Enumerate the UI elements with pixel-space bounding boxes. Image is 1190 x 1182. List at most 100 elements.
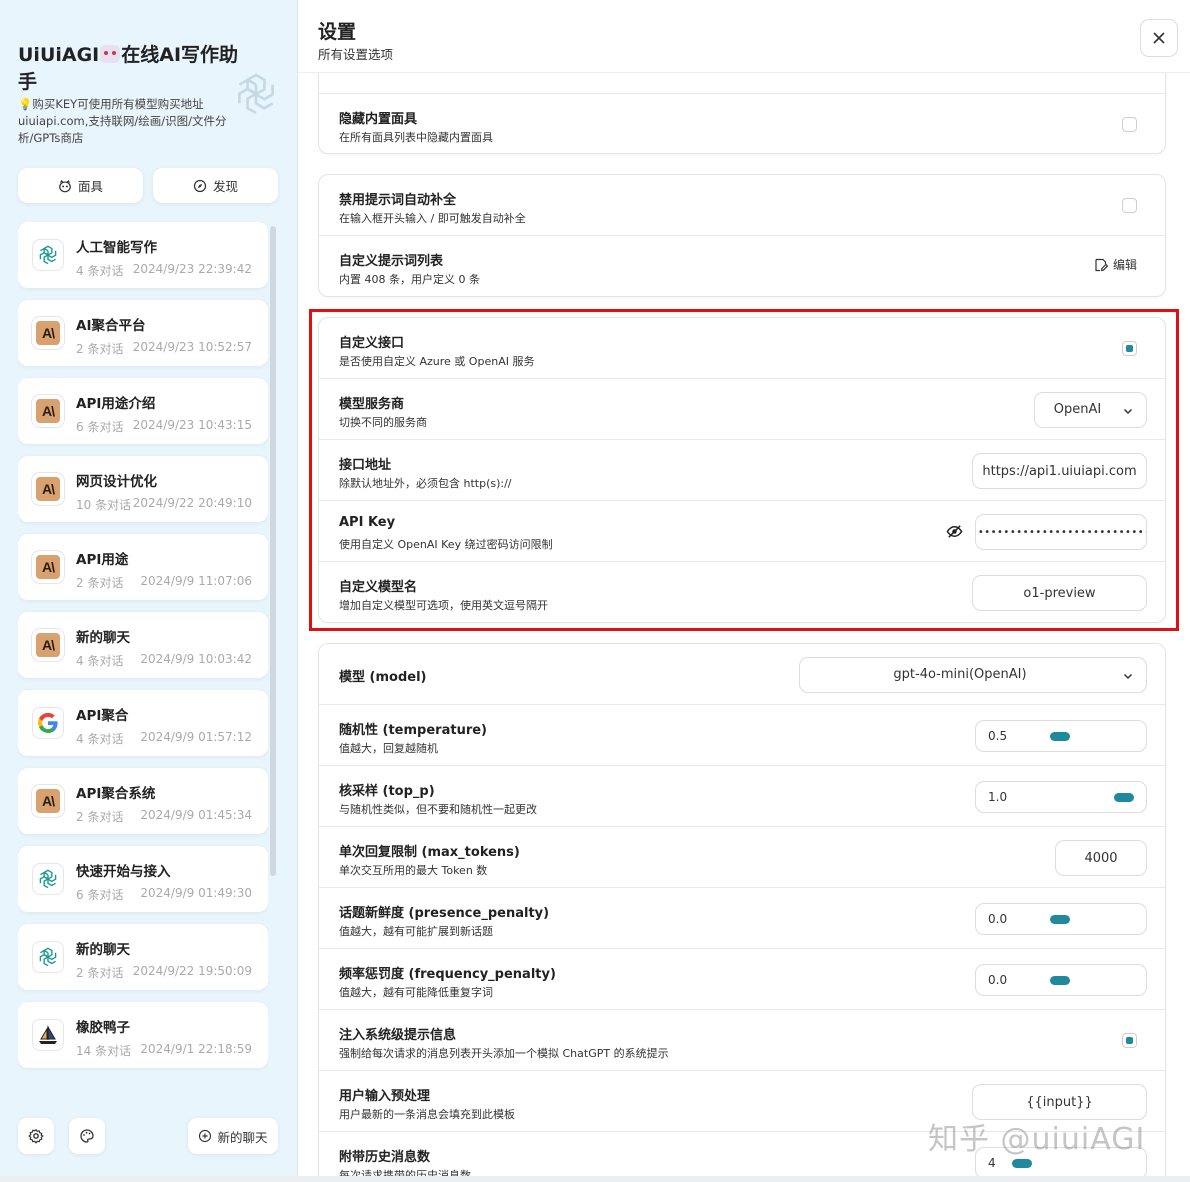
frequency-penalty-value: 0.0 — [988, 973, 1008, 987]
chat-list-item[interactable]: 橡胶鸭子 14 条对话 2024/9/1 22:18:59 — [18, 1002, 268, 1068]
temperature-slider[interactable]: 0.5 — [975, 720, 1147, 752]
custom-models-input[interactable]: o1-preview — [972, 575, 1147, 611]
brand-title: UiUiAGI 在线AI写作助手 — [18, 42, 248, 96]
chat-count: 4 条对话 — [76, 264, 124, 278]
endpoint-desc: 除默认地址外，必须包含 http(s):// — [339, 477, 512, 490]
settings-header: 设置 所有设置选项 — [298, 0, 1190, 73]
settings-row-api-key: API Key 使用自定义 OpenAI Key 绕过密码访问限制 ••••••… — [319, 501, 1165, 562]
settings-row-top-p: 核采样 (top_p) 与随机性类似，但不要和随机性一起更改 1.0 — [319, 766, 1165, 827]
brand-title-prefix: UiUiAGI — [18, 44, 100, 66]
settings-row-max-tokens: 单次回复限制 (max_tokens) 单次交互所用的最大 Token 数 40… — [319, 827, 1165, 888]
custom-prompts-title: 自定义提示词列表 — [339, 254, 444, 269]
new-chat-button[interactable]: 新的聊天 — [188, 1118, 278, 1154]
temperature-value: 0.5 — [988, 729, 1008, 743]
chat-title: API聚合 — [76, 708, 129, 724]
claude-icon: A\ — [32, 473, 64, 505]
history-count-slider-thumb[interactable] — [1011, 1159, 1032, 1168]
custom-endpoint-checkbox[interactable] — [1122, 341, 1137, 356]
chat-title: 人工智能写作 — [76, 240, 157, 256]
chat-timestamp: 2024/9/9 01:45:34 — [140, 808, 252, 822]
theme-button[interactable] — [69, 1118, 105, 1154]
api-key-desc: 使用自定义 OpenAI Key 绕过密码访问限制 — [339, 538, 553, 551]
chat-timestamp: 2024/9/1 22:18:59 — [140, 1042, 252, 1056]
history-count-desc: 每次请求携带的历史消息数 — [339, 1169, 471, 1176]
chat-list-item[interactable]: A\ 网页设计优化 10 条对话 2024/9/22 20:49:10 — [18, 456, 268, 522]
api-key-title: API Key — [339, 515, 396, 530]
api-key-input[interactable]: •••••••••••••••••••••••••••••••••• — [975, 514, 1147, 550]
edit-prompts-button[interactable]: 编辑 — [1094, 256, 1137, 273]
provider-select[interactable]: OpenAI — [1034, 392, 1147, 428]
temperature-desc: 值越大，回复越随机 — [339, 742, 438, 755]
chat-list-item[interactable]: A\ AI聚合平台 2 条对话 2024/9/23 10:52:57 — [18, 300, 268, 366]
endpoint-title: 接口地址 — [339, 458, 392, 473]
settings-row-presence-penalty: 话题新鲜度 (presence_penalty) 值越大，越有可能扩展到新话题 … — [319, 888, 1165, 949]
claude-icon: A\ — [32, 395, 64, 427]
frequency-penalty-slider[interactable]: 0.0 — [975, 964, 1147, 996]
model-select[interactable]: gpt-4o-mini(OpenAI) — [799, 657, 1147, 693]
top-p-desc: 与随机性类似，但不要和随机性一起更改 — [339, 803, 537, 816]
inject-system-checkbox[interactable] — [1122, 1033, 1137, 1048]
chat-count: 4 条对话 — [76, 654, 124, 668]
presence-penalty-title: 话题新鲜度 (presence_penalty) — [339, 906, 550, 921]
edit-icon — [1095, 258, 1108, 271]
chat-timestamp: 2024/9/9 10:03:42 — [140, 652, 252, 666]
page-subtitle: 所有设置选项 — [318, 47, 394, 62]
input-template-desc: 用户最新的一条消息会填充到此模板 — [339, 1108, 515, 1121]
masks-button[interactable]: 面具 — [18, 168, 143, 203]
autocomplete-checkbox[interactable] — [1122, 198, 1137, 213]
top-p-slider[interactable]: 1.0 — [975, 781, 1147, 813]
robot-icon — [100, 45, 121, 63]
masks-button-label: 面具 — [77, 179, 103, 194]
settings-card-prompts: 禁用提示词自动补全 在输入框开头输入 / 即可触发自动补全 自定义提示词列表 内… — [318, 174, 1166, 297]
claude-icon: A\ — [32, 317, 64, 349]
close-icon — [1153, 32, 1165, 44]
chat-timestamp: 2024/9/9 01:49:30 — [140, 886, 252, 900]
top-p-slider-thumb[interactable] — [1114, 793, 1134, 802]
chat-count: 10 条对话 — [76, 498, 132, 512]
chat-list-item[interactable]: A\ 新的聊天 4 条对话 2024/9/9 10:03:42 — [18, 612, 268, 678]
inject-system-title: 注入系统级提示信息 — [339, 1028, 457, 1043]
max-tokens-input[interactable]: 4000 — [1055, 840, 1147, 876]
endpoint-input[interactable]: https://api1.uiuiapi.com — [972, 453, 1147, 489]
autocomplete-desc: 在输入框开头输入 / 即可触发自动补全 — [339, 212, 526, 225]
settings-row-provider: 模型服务商 切换不同的服务商 OpenAI — [319, 379, 1165, 440]
settings-row-frequency-penalty: 频率惩罚度 (frequency_penalty) 值越大，越有可能降低重复字词… — [319, 949, 1165, 1010]
page-title: 设置 — [318, 21, 357, 43]
chat-title: API用途介绍 — [76, 396, 156, 412]
close-button[interactable] — [1140, 19, 1178, 57]
settings-button[interactable] — [18, 1118, 54, 1154]
settings-row-custom-models: 自定义模型名 增加自定义模型可选项，使用英文逗号隔开 o1-preview — [319, 562, 1165, 622]
sidebar-scrollbar[interactable] — [270, 226, 276, 876]
temperature-title: 随机性 (temperature) — [339, 723, 487, 738]
chat-list-item[interactable]: 新的聊天 2 条对话 2024/9/22 19:50:09 — [18, 924, 268, 990]
claude-icon: A\ — [32, 551, 64, 583]
chat-title: API用途 — [76, 552, 129, 568]
settings-row-temperature: 随机性 (temperature) 值越大，回复越随机 0.5 — [319, 705, 1165, 766]
frequency-penalty-slider-thumb[interactable] — [1050, 976, 1070, 985]
discover-button[interactable]: 发现 — [153, 168, 278, 203]
chat-list-item[interactable]: 人工智能写作 4 条对话 2024/9/23 22:39:42 — [18, 222, 268, 288]
chat-list-item[interactable]: A\ API用途介绍 6 条对话 2024/9/23 10:43:15 — [18, 378, 268, 444]
add-circle-icon — [199, 1129, 212, 1143]
chat-count: 2 条对话 — [76, 810, 124, 824]
hide-masks-checkbox[interactable] — [1122, 117, 1137, 132]
provider-value: OpenAI — [1053, 402, 1102, 417]
eye-off-icon[interactable] — [946, 523, 963, 540]
settings-row-autocomplete: 禁用提示词自动补全 在输入框开头输入 / 即可触发自动补全 — [319, 175, 1165, 236]
chat-title: 新的聊天 — [76, 942, 130, 958]
chat-list-item[interactable]: 快速开始与接入 6 条对话 2024/9/9 01:49:30 — [18, 846, 268, 912]
chat-count: 14 条对话 — [76, 1044, 132, 1058]
hide-masks-title: 隐藏内置面具 — [339, 112, 418, 127]
presence-penalty-slider-thumb[interactable] — [1050, 915, 1070, 924]
google-icon — [32, 707, 64, 739]
temperature-slider-thumb[interactable] — [1050, 732, 1070, 741]
brand-subtitle: 💡购买KEY可使用所有模型购买地址uiuiapi.com,支持联网/绘画/识图/… — [18, 96, 243, 147]
chat-list-item[interactable]: A\ API用途 2 条对话 2024/9/9 11:07:06 — [18, 534, 268, 600]
custom-endpoint-title: 自定义接口 — [339, 336, 405, 351]
chevron-down-icon — [1123, 408, 1133, 415]
chat-list-item[interactable]: A\ API聚合系统 2 条对话 2024/9/9 01:45:34 — [18, 768, 268, 834]
settings-card-endpoint: 自定义接口 是否使用自定义 Azure 或 OpenAI 服务 模型服务商 切换… — [318, 317, 1166, 623]
model-title: 模型 (model) — [339, 670, 427, 685]
chat-list-item[interactable]: API聚合 4 条对话 2024/9/9 01:57:12 — [18, 690, 268, 756]
presence-penalty-slider[interactable]: 0.0 — [975, 903, 1147, 935]
